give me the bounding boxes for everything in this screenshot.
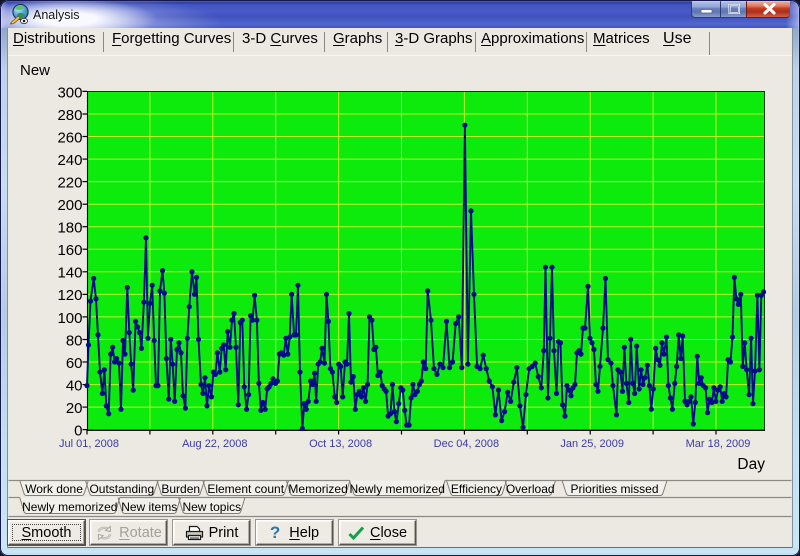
svg-text:220: 220 <box>57 175 82 192</box>
svg-text:60: 60 <box>66 355 83 372</box>
svg-text:New topics: New topics <box>182 500 241 514</box>
svg-text:Newly memorized: Newly memorized <box>22 500 117 514</box>
svg-text:40: 40 <box>66 378 83 395</box>
svg-text:Burden: Burden <box>161 482 200 496</box>
svg-text:280: 280 <box>57 107 82 124</box>
svg-text:Dec 04, 2008: Dec 04, 2008 <box>434 438 499 450</box>
svg-text:Priorities missed: Priorities missed <box>570 482 658 496</box>
svg-text:Work done: Work done <box>25 482 83 496</box>
svg-text:100: 100 <box>57 310 82 327</box>
svg-text:Day: Day <box>737 456 765 473</box>
svg-text:Efficiency: Efficiency <box>451 482 502 496</box>
svg-text:80: 80 <box>66 332 83 349</box>
svg-text:160: 160 <box>57 242 82 259</box>
svg-text:Memorized: Memorized <box>288 482 347 496</box>
svg-text:Mar 18, 2009: Mar 18, 2009 <box>686 438 751 450</box>
svg-text:Element count: Element count <box>207 482 284 496</box>
svg-text:Overload: Overload <box>506 482 555 496</box>
svg-text:New: New <box>20 62 50 79</box>
svg-text:300: 300 <box>57 84 82 101</box>
svg-text:260: 260 <box>57 129 82 146</box>
svg-text:Jul 01, 2008: Jul 01, 2008 <box>59 438 119 450</box>
svg-text:Outstanding: Outstanding <box>89 482 154 496</box>
svg-text:Aug 22, 2008: Aug 22, 2008 <box>182 438 247 450</box>
svg-text:240: 240 <box>57 152 82 169</box>
svg-text:Oct 13, 2008: Oct 13, 2008 <box>309 438 372 450</box>
svg-text:Jan 25, 2009: Jan 25, 2009 <box>560 438 624 450</box>
svg-text:200: 200 <box>57 197 82 214</box>
svg-text:New items: New items <box>121 500 177 514</box>
svg-text:180: 180 <box>57 220 82 237</box>
svg-text:Newly memorized: Newly memorized <box>350 482 445 496</box>
svg-text:120: 120 <box>57 287 82 304</box>
svg-text:20: 20 <box>66 400 83 417</box>
svg-text:140: 140 <box>57 265 82 282</box>
